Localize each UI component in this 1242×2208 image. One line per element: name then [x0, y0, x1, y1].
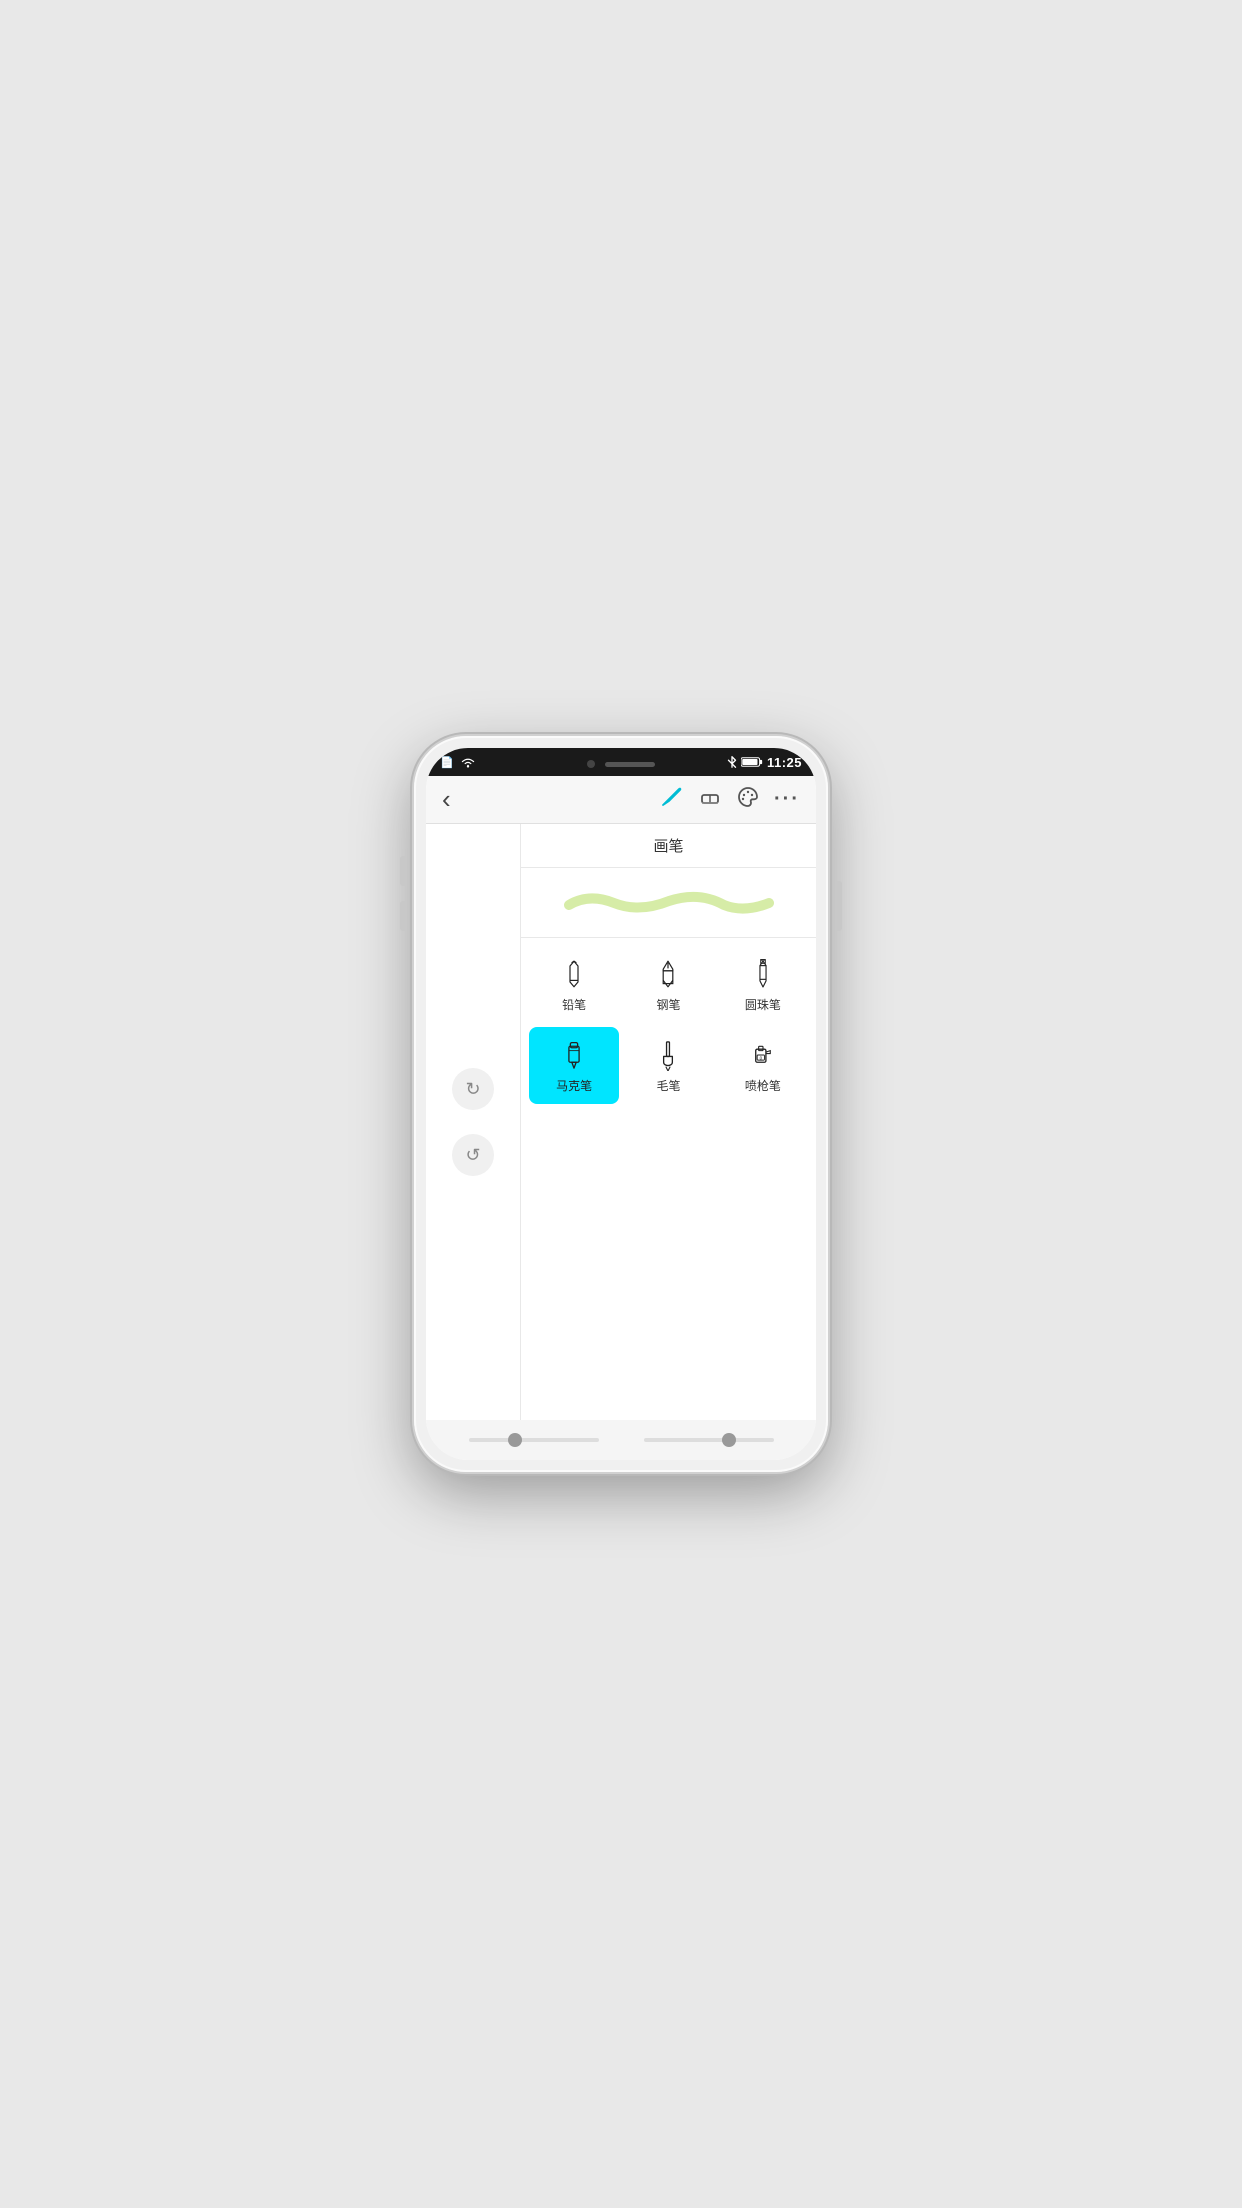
front-camera	[587, 760, 595, 768]
earpiece-speaker	[605, 762, 655, 767]
eraser-tool-icon[interactable]	[698, 785, 722, 814]
phone-top-decoration	[426, 748, 816, 780]
stroke-preview-area	[521, 868, 816, 938]
brush-selector-panel: 画笔	[521, 824, 816, 1420]
hairbrush-icon	[652, 1039, 684, 1071]
brush-item-brush[interactable]: 毛笔	[623, 1027, 713, 1104]
size-slider-track[interactable]	[469, 1438, 599, 1442]
spray-icon: 0	[747, 1039, 779, 1071]
stroke-preview-svg	[559, 883, 779, 923]
opacity-slider-track[interactable]	[644, 1438, 774, 1442]
pencil-label: 铅笔	[562, 996, 586, 1013]
brush-label: 毛笔	[656, 1077, 680, 1094]
ballpoint-label: 圆珠笔	[745, 996, 781, 1013]
brush-panel-title: 画笔	[653, 835, 683, 856]
pen-icon	[652, 958, 684, 990]
toolbar-right: ···	[660, 785, 800, 814]
marker-label: 马克笔	[556, 1077, 592, 1094]
app-toolbar: ‹	[426, 776, 816, 824]
palette-tool-icon[interactable]	[736, 785, 760, 814]
brush-tool-icon[interactable]	[660, 785, 684, 814]
brush-item-ballpoint[interactable]: 圆珠笔	[718, 946, 808, 1023]
bottom-slider-bar	[426, 1420, 816, 1460]
power-button[interactable]	[837, 881, 842, 931]
undo-button[interactable]: ↺	[452, 1134, 494, 1176]
app-screen: 📄	[426, 748, 816, 1460]
svg-text:0: 0	[759, 1055, 762, 1060]
volume-up-button[interactable]	[400, 856, 405, 886]
pen-label: 钢笔	[656, 996, 680, 1013]
undo-icon: ↺	[465, 1145, 480, 1166]
more-menu-icon[interactable]: ···	[774, 788, 800, 811]
brush-item-marker[interactable]: 马克笔	[529, 1027, 619, 1104]
opacity-slider-thumb[interactable]	[722, 1433, 736, 1447]
back-button[interactable]: ‹	[442, 784, 451, 815]
main-content-area: ↻ ↺ 画笔	[426, 824, 816, 1420]
redo-button[interactable]: ↻	[452, 1068, 494, 1110]
brush-item-pencil[interactable]: 铅笔	[529, 946, 619, 1023]
redo-icon: ↻	[465, 1079, 480, 1100]
brush-tool-grid: 铅笔 钢笔	[521, 938, 816, 1112]
pencil-icon	[558, 958, 590, 990]
brush-item-pen[interactable]: 钢笔	[623, 946, 713, 1023]
left-side-panel: ↻ ↺	[426, 824, 521, 1420]
phone-frame: 📄	[414, 736, 828, 1472]
marker-icon	[558, 1039, 590, 1071]
brush-panel-header: 画笔	[521, 824, 816, 868]
ballpoint-icon	[747, 958, 779, 990]
size-slider-thumb[interactable]	[508, 1433, 522, 1447]
toolbar-left: ‹	[442, 784, 451, 815]
brush-item-spray[interactable]: 0 喷枪笔	[718, 1027, 808, 1104]
spray-label: 喷枪笔	[745, 1077, 781, 1094]
phone-screen: 📄	[426, 748, 816, 1460]
volume-down-button[interactable]	[400, 901, 405, 931]
